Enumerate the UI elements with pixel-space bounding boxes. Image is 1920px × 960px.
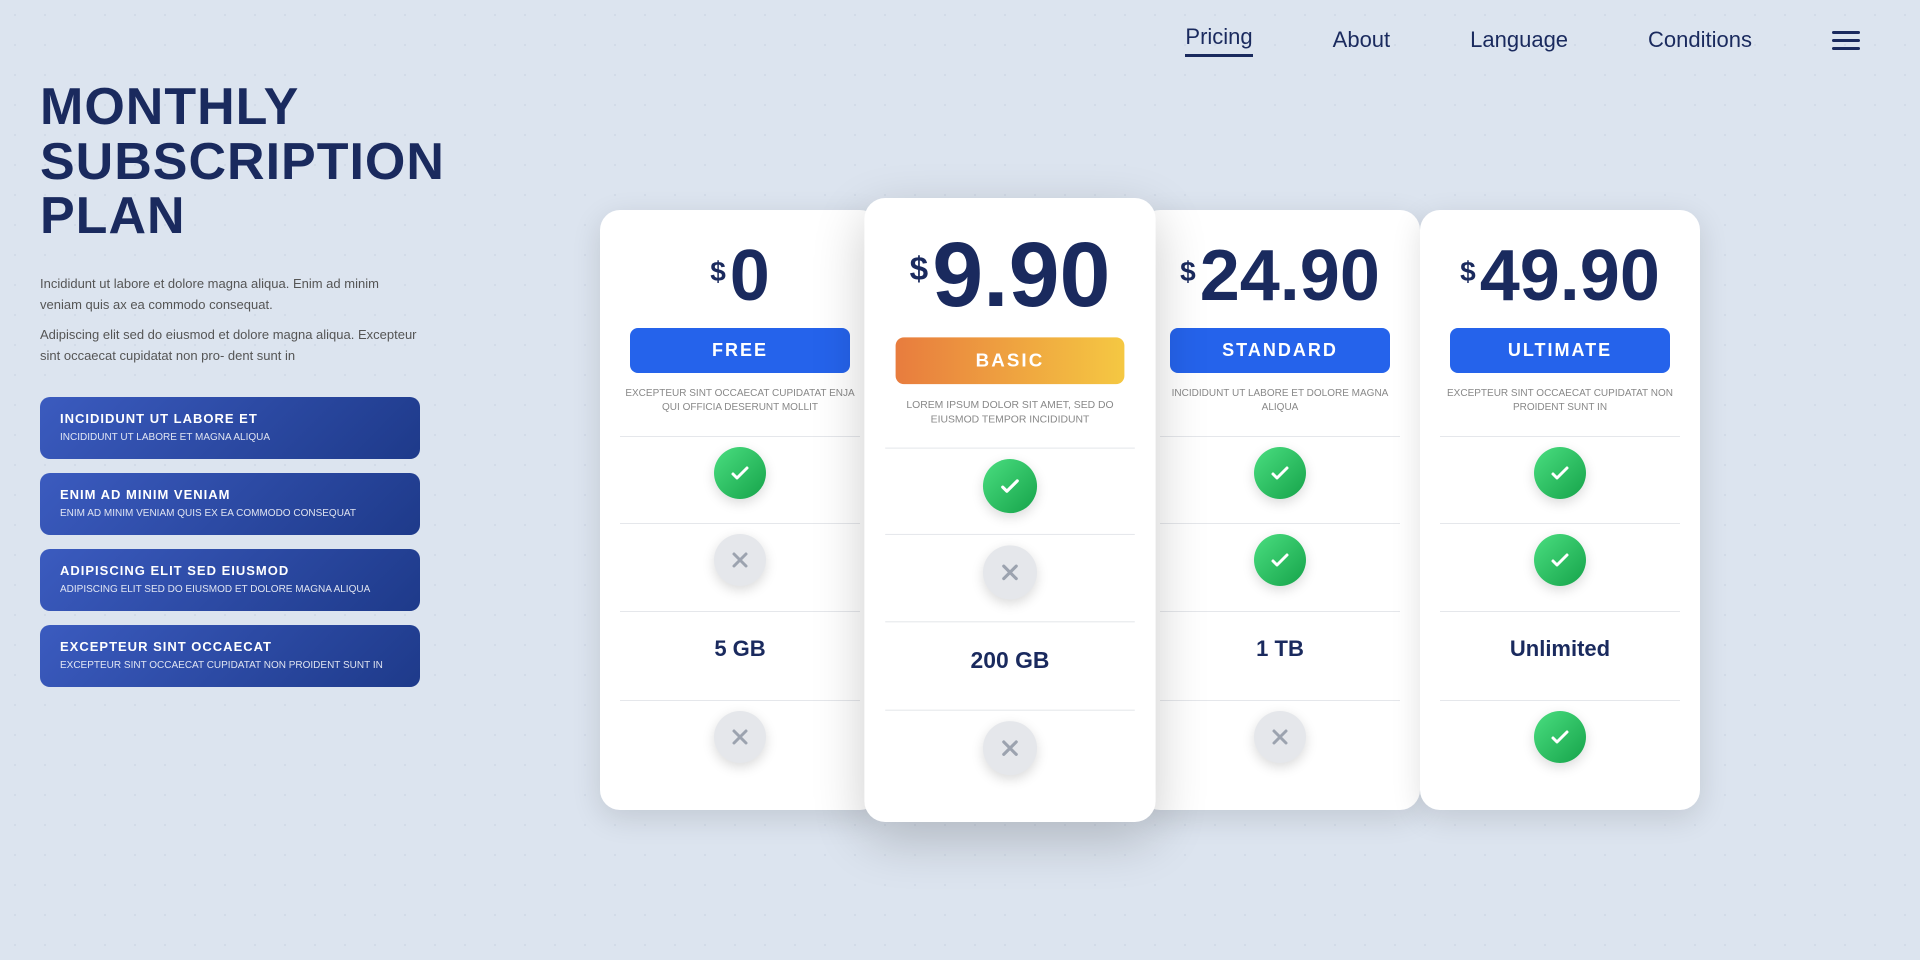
price-area-0: $0 (710, 240, 770, 312)
left-section: MONTHLYSUBSCRIPTIONPLAN Incididunt ut la… (40, 80, 420, 687)
check-yes-icon (1254, 534, 1306, 586)
plans-container: $0 FREE EXCEPTEUR SINT OCCAECAT CUPIDATAT … (600, 210, 1700, 810)
plan-card-standard[interactable]: $24.90 STANDARD INCIDIDUNT UT LABORE ET DO… (1140, 210, 1420, 810)
feature-row-2-1 (1160, 523, 1400, 596)
page-title: MONTHLYSUBSCRIPTIONPLAN (40, 80, 420, 244)
plan-badge-free[interactable]: FREE (630, 328, 850, 373)
feature-row-1-0 (885, 448, 1135, 524)
feature-title-3: ADIPISCING ELIT SED EIUSMOD (60, 563, 400, 578)
feature-row-1-1 (885, 534, 1135, 610)
price-amount-3: 49.90 (1480, 240, 1660, 312)
feature-row-3-2: Unlimited (1440, 611, 1680, 686)
check-no-icon (983, 546, 1037, 600)
feature-row-2-2: 1 TB (1160, 611, 1400, 686)
price-dollar-1: $ (910, 250, 929, 288)
subtitle-1: Incididunt ut labore et dolore magna ali… (40, 274, 420, 316)
price-area-1: $9.90 (910, 229, 1111, 321)
feature-item-2: ENIM AD MINIM VENIAM ENIM AD MINIM VENIA… (40, 473, 420, 535)
feature-row-1-2: 200 GB (885, 621, 1135, 699)
price-amount-1: 9.90 (932, 229, 1110, 321)
check-yes-icon (1534, 534, 1586, 586)
feature-item-4: EXCEPTEUR SINT OCCAECAT EXCEPTEUR SINT O… (40, 625, 420, 687)
check-no-icon (714, 711, 766, 763)
plan-badge-ultimate[interactable]: ULTIMATE (1450, 328, 1670, 373)
features-rows-0: 5 GB (620, 429, 860, 780)
feature-row-0-0 (620, 436, 860, 509)
check-yes-icon (983, 459, 1037, 513)
hamburger-menu[interactable] (1832, 31, 1860, 50)
feature-row-0-3 (620, 700, 860, 773)
feature-title-4: EXCEPTEUR SINT OCCAECAT (60, 639, 400, 654)
nav-pricing[interactable]: Pricing (1185, 24, 1252, 57)
feature-row-2-3 (1160, 700, 1400, 773)
price-area-2: $24.90 (1180, 240, 1380, 312)
storage-value-1-2: 200 GB (971, 632, 1050, 688)
plan-card-ultimate[interactable]: $49.90 ULTIMATE EXCEPTEUR SINT OCCAECAT CU… (1420, 210, 1700, 810)
features-rows-2: 1 TB (1160, 429, 1400, 780)
check-no-icon (714, 534, 766, 586)
plan-desc-3: EXCEPTEUR SINT OCCAECAT CUPIDATAT NON PR… (1440, 387, 1680, 419)
check-yes-icon (1254, 447, 1306, 499)
plan-badge-basic[interactable]: BASIC (896, 337, 1125, 384)
feature-desc-3: ADIPISCING ELIT SED DO EIUSMOD ET DOLORE… (60, 583, 400, 597)
plan-desc-2: INCIDIDUNT UT LABORE ET DOLORE MAGNA ALI… (1160, 387, 1400, 419)
plan-card-basic[interactable]: $9.90 BASIC LOREM IPSUM DOLOR SIT AMET, SE… (864, 198, 1155, 822)
feature-desc-1: INCIDIDUNT UT LABORE ET MAGNA ALIQUA (60, 431, 400, 445)
plan-desc-1: LOREM IPSUM DOLOR SIT AMET, SED DO EIUSM… (885, 399, 1135, 432)
feature-row-0-2: 5 GB (620, 611, 860, 686)
check-yes-icon (1534, 711, 1586, 763)
price-area-3: $49.90 (1460, 240, 1660, 312)
feature-list: INCIDIDUNT UT LABORE ET INCIDIDUNT UT LA… (40, 397, 420, 687)
features-rows-1: 200 GB (885, 442, 1135, 790)
feature-desc-4: EXCEPTEUR SINT OCCAECAT CUPIDATAT NON PR… (60, 659, 400, 673)
price-amount-2: 24.90 (1200, 240, 1380, 312)
feature-desc-2: ENIM AD MINIM VENIAM QUIS EX EA COMMODO … (60, 507, 400, 521)
feature-row-3-3 (1440, 700, 1680, 773)
feature-row-1-3 (885, 710, 1135, 786)
storage-value-3-2: Unlimited (1510, 622, 1610, 676)
feature-row-0-1 (620, 523, 860, 596)
plan-desc-0: EXCEPTEUR SINT OCCAECAT CUPIDATAT ENJA Q… (620, 387, 860, 419)
feature-row-3-1 (1440, 523, 1680, 596)
navigation: Pricing About Language Conditions (0, 0, 1920, 80)
nav-conditions[interactable]: Conditions (1648, 27, 1752, 53)
check-yes-icon (1534, 447, 1586, 499)
plan-card-free[interactable]: $0 FREE EXCEPTEUR SINT OCCAECAT CUPIDATAT … (600, 210, 880, 810)
price-dollar-0: $ (710, 256, 726, 288)
plan-badge-standard[interactable]: STANDARD (1170, 328, 1390, 373)
price-dollar-2: $ (1180, 256, 1196, 288)
feature-title-1: INCIDIDUNT UT LABORE ET (60, 411, 400, 426)
subtitle-2: Adipiscing elit sed do eiusmod et dolore… (40, 325, 420, 367)
nav-language[interactable]: Language (1470, 27, 1568, 53)
pricing-area: $0 FREE EXCEPTEUR SINT OCCAECAT CUPIDATAT … (380, 80, 1920, 960)
feature-title-2: ENIM AD MINIM VENIAM (60, 487, 400, 502)
check-yes-icon (714, 447, 766, 499)
features-rows-3: Unlimited (1440, 429, 1680, 780)
feature-row-2-0 (1160, 436, 1400, 509)
feature-item-3: ADIPISCING ELIT SED EIUSMOD ADIPISCING E… (40, 549, 420, 611)
check-no-icon (1254, 711, 1306, 763)
check-no-icon (983, 721, 1037, 775)
price-dollar-3: $ (1460, 256, 1476, 288)
price-amount-0: 0 (730, 240, 770, 312)
feature-item-1: INCIDIDUNT UT LABORE ET INCIDIDUNT UT LA… (40, 397, 420, 459)
feature-row-3-0 (1440, 436, 1680, 509)
nav-about[interactable]: About (1333, 27, 1391, 53)
storage-value-0-2: 5 GB (714, 622, 765, 676)
storage-value-2-2: 1 TB (1256, 622, 1304, 676)
